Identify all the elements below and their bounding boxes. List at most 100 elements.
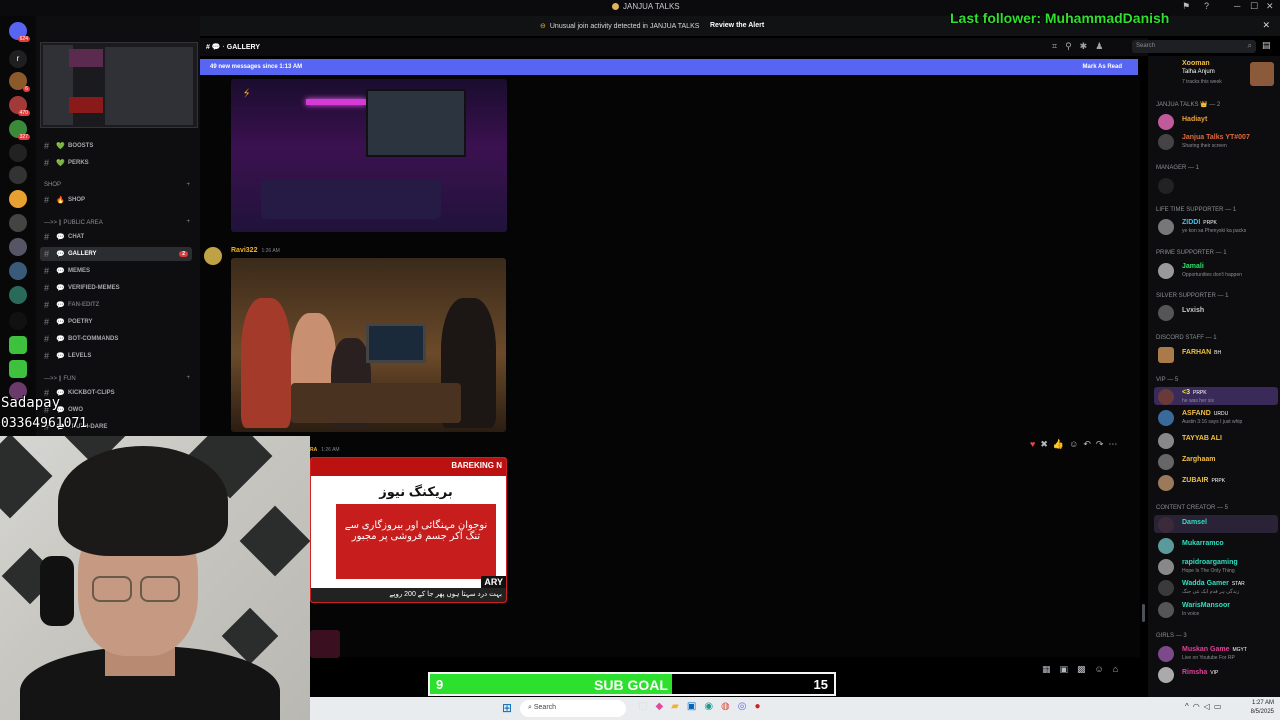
member-item[interactable]: ASFAND URDU Austin 3:16 says I just whip [1158,408,1276,426]
member-item[interactable]: Rimsha VIP [1158,665,1276,683]
sticker-icon[interactable]: ▩ [1077,664,1095,674]
taskbar-clock[interactable]: 1:27 AM 8/5/2025 [1251,699,1274,717]
attachment-image[interactable]: ⚡ [231,79,507,232]
close-window-button[interactable]: ✕ [1266,1,1274,12]
apps-icon[interactable]: ⌂ [1113,664,1127,674]
channel-fan-editz[interactable]: # 💬 FAN-EDITZ [44,298,194,312]
channel-kickbot-clips[interactable]: # 💬 KICKBOT-CLIPS [44,386,194,400]
reaction-icon[interactable]: ✖ [1040,439,1053,449]
channel-boosts[interactable]: # 💚 BOOSTS [44,139,194,153]
gif-icon[interactable]: ▣ [1060,664,1078,674]
category-public-area[interactable]: —>> ∥ PUBLIC AREA + [44,219,190,226]
channel-poetry[interactable]: # 💬 POETRY [44,315,194,329]
thumbs-up-icon[interactable]: 👍 [1053,439,1069,449]
obs-icon[interactable]: ● [755,701,769,712]
member-item[interactable]: ZIDDI PRPK ye kon sa Phenyski ka packs [1158,217,1276,235]
server-icon[interactable] [9,336,27,354]
member-item[interactable]: Lvxish [1158,303,1276,321]
discord-icon[interactable]: ◎ [738,701,755,712]
server-icon[interactable] [9,144,27,162]
taskbar-search[interactable]: ⌕ Search [520,700,626,717]
member-item[interactable]: rapidroargaming Hope Is The Only Thing [1158,557,1276,575]
file-explorer-icon[interactable]: ▰ [671,701,687,712]
channel-bot-commands[interactable]: # 💬 BOT-COMMANDS [44,332,194,346]
app-icon[interactable]: ◆ [655,701,671,712]
server-icon[interactable] [9,312,27,330]
member-item[interactable]: ZUBAIR PRPK [1158,473,1276,491]
channel-chat[interactable]: # 💬 CHAT [44,230,194,244]
windows-start-icon[interactable]: ⊞ [502,701,516,715]
notification-icon[interactable]: ✱ [1080,41,1096,51]
member-item[interactable]: Mukarramco [1158,536,1276,554]
member-item[interactable] [1158,176,1276,194]
message-author[interactable]: RA 1:26 AM [310,447,340,453]
server-icon[interactable] [9,360,27,378]
news-image-attachment[interactable]: BAREKING N بریکنگ نیوز نوجوان مہنگائی او… [310,457,507,603]
member-item[interactable]: Jamali Opportunities don't happen [1158,261,1276,279]
member-item[interactable]: Janjua Talks YT#007 Sharing their screen [1158,132,1276,150]
store-icon[interactable]: ▣ [687,701,704,712]
channel-memes[interactable]: # 💬 MEMES [44,264,194,278]
member-item[interactable]: Wadda Gamer STAR زندگی ہر قدم ایک نئی جنگ [1158,578,1276,596]
channel-gallery[interactable]: # 💬 GALLERY 2 [40,247,192,261]
minimize-button[interactable]: ─ [1234,1,1240,11]
server-icon[interactable] [9,238,27,256]
server-icon[interactable] [9,262,27,280]
more-icon[interactable]: ⋯ [1108,439,1122,449]
member-item[interactable]: <3 PRPK he was her sis [1154,387,1278,405]
member-item[interactable]: Zarghaam [1158,452,1276,470]
server-icon[interactable]: 470 [9,96,30,116]
channel-perks[interactable]: # 💚 PERKS [44,156,194,170]
close-icon[interactable]: ✕ [1262,20,1270,31]
review-alert-link[interactable]: Review the Alert [710,22,764,29]
member-item[interactable]: Muskan Game MGYT Live on Youtube For RP [1158,644,1276,662]
server-icon[interactable] [9,214,27,232]
channel-verified-memes[interactable]: # 💬 VERIFIED-MEMES [44,281,194,295]
battery-icon[interactable]: ▭ [1214,702,1226,711]
forward-icon[interactable]: ↷ [1096,439,1109,449]
attachment-image[interactable] [231,258,506,432]
members-icon[interactable]: ♟ [1095,41,1111,51]
server-icon[interactable]: 6 [9,72,30,92]
threads-icon[interactable]: ⌗ [1052,41,1065,51]
emoji-icon[interactable]: ☺ [1095,664,1113,674]
gift-icon[interactable]: ▦ [1042,664,1060,674]
reply-icon[interactable]: ↶ [1083,439,1096,449]
server-icon[interactable] [9,286,27,304]
chrome-icon[interactable]: ◍ [721,701,738,712]
task-view-icon[interactable]: ▢ [638,701,655,712]
new-messages-banner[interactable]: 49 new messages since 1:13 AM Mark As Re… [200,59,1138,75]
server-icon[interactable] [9,190,27,208]
member-item[interactable]: Damsel [1154,515,1278,533]
edge-icon[interactable]: ◉ [704,701,721,712]
search-input[interactable]: Search ⌕ [1132,40,1256,53]
channel-levels[interactable]: # 💬 LEVELS [44,349,194,363]
heart-reaction-icon[interactable]: ♥ [1030,439,1040,449]
avatar[interactable] [204,247,222,265]
maximize-button[interactable]: ☐ [1250,1,1258,12]
gift-icon[interactable]: ⚑ [1182,1,1190,12]
add-reaction-icon[interactable]: ☺ [1069,439,1083,449]
attachment-image[interactable] [310,630,340,658]
member-item[interactable]: Hadiayt [1158,112,1276,130]
home-server-icon[interactable]: 624 [9,22,30,42]
server-icon[interactable]: r [9,50,27,68]
category-shop[interactable]: SHOP + [44,182,190,188]
chevron-up-icon[interactable]: ^ [1185,702,1193,711]
wifi-icon[interactable]: ◠ [1193,702,1204,711]
server-icon[interactable] [9,166,27,184]
pin-icon[interactable]: ⚲ [1065,41,1080,51]
channel-shop[interactable]: # 🔥 SHOP [44,193,194,207]
help-icon[interactable]: ? [1204,1,1209,11]
category-fun[interactable]: —>> ∥ FUN + [44,375,190,382]
inbox-icon[interactable]: ▤ [1262,40,1271,51]
mark-as-read-button[interactable]: Mark As Read [1083,64,1122,70]
volume-icon[interactable]: ◁ [1204,702,1214,711]
member-item[interactable]: WarisMansoor In voice [1158,600,1276,618]
member-item[interactable]: FARHAN BH [1158,345,1276,363]
message-author[interactable]: Ravi322 1:26 AM [231,247,280,254]
member-item[interactable]: TAYYAB ALI [1158,431,1276,449]
channel-owo[interactable]: # 💬 OWO [44,403,194,417]
scrollbar[interactable] [1142,604,1145,622]
server-icon[interactable]: 327 [9,120,30,140]
